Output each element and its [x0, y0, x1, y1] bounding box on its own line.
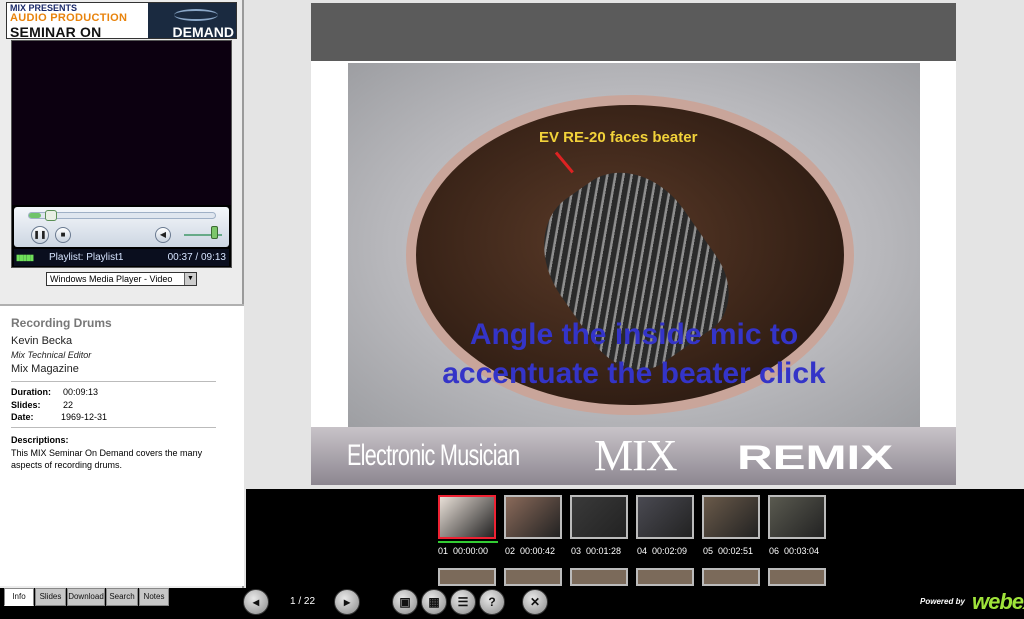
info-panel: Recording Drums Kevin Becka Mix Technica… [0, 304, 244, 586]
date-value: 1969-12-31 [61, 412, 108, 422]
playlist-label: Playlist: Playlist1 [49, 252, 124, 263]
seek-thumb[interactable] [45, 210, 58, 221]
video-area[interactable] [12, 41, 231, 205]
tab-download[interactable]: Download [67, 588, 105, 606]
pause-icon: ❚❚ [33, 230, 47, 239]
tab-search[interactable]: Search [106, 588, 138, 606]
left-panel: MIX PRESENTS AUDIO PRODUCTION SEMINAR ON… [0, 0, 244, 588]
thumbnail-label-06: 06 00:03:04 [769, 546, 820, 556]
slide-callout: EV RE-20 faces beater [539, 129, 698, 146]
time-readout: 00:37 / 09:13 [167, 252, 226, 263]
thumbnail-image [506, 497, 560, 537]
volume-slider[interactable] [211, 226, 218, 239]
thumbnail-label-03: 03 00:01:28 [571, 546, 622, 556]
swoosh-icon [174, 9, 218, 21]
slide-viewer: EV RE-20 faces beater Angle the inside m… [311, 61, 956, 485]
slide-caption-line-1: Angle the inside mic to [469, 318, 799, 351]
thumbnail-label-02: 02 00:00:42 [505, 546, 556, 556]
session-title: Recording Drums [11, 316, 112, 330]
current-slide-indicator [438, 541, 498, 543]
banner-line-3b: DEMAND [172, 24, 234, 39]
next-slide-button[interactable]: ▸ [334, 589, 360, 615]
slide-thumbnail-next-row[interactable] [636, 568, 694, 586]
next-icon: ▸ [343, 595, 351, 609]
banner-line-3a: SEMINAR ON [10, 24, 102, 39]
slides-value: 22 [63, 400, 74, 410]
pause-button[interactable]: ❚❚ [31, 226, 49, 244]
stop-icon: ■ [60, 230, 66, 239]
page-indicator: 1 / 22 [290, 596, 316, 607]
slide-thumbnail-next-row[interactable] [768, 568, 826, 586]
divider [11, 381, 216, 382]
slide-photo: EV RE-20 faces beater Angle the inside m… [348, 63, 920, 429]
player-controls: ❚❚ ■ ◀ [14, 207, 229, 247]
thumbnail-image [572, 497, 626, 537]
remix-logo: REMIX [737, 439, 894, 477]
slide-thumbnail-03[interactable] [570, 495, 628, 539]
duration-value: 00:09:13 [63, 387, 99, 397]
electronic-musician-logo: Electronic Musician [347, 439, 520, 472]
thumbnail-label-05: 05 00:02:51 [703, 546, 754, 556]
thumbnail-image [704, 497, 758, 537]
slide-thumbnail-05[interactable] [702, 495, 760, 539]
close-icon: ✕ [529, 595, 541, 609]
thumbnail-label-04: 04 00:02:09 [637, 546, 688, 556]
tab-notes[interactable]: Notes [139, 588, 169, 606]
presenter-role: Mix Technical Editor [11, 350, 92, 360]
slide-header-bar [311, 3, 956, 61]
slide-thumbnail-next-row[interactable] [438, 568, 496, 586]
seminar-banner-logo: MIX PRESENTS AUDIO PRODUCTION SEMINAR ON… [6, 2, 237, 39]
player-mode-select[interactable]: Windows Media Player - Video ▼ [46, 272, 197, 286]
previous-slide-button[interactable]: ◂ [243, 589, 269, 615]
help-icon: ? [488, 595, 496, 609]
thumbnail-image [638, 497, 692, 537]
thumbnails-icon: ▦ [428, 595, 440, 609]
duration-label: Duration: [11, 387, 51, 397]
seek-bar[interactable] [28, 210, 216, 221]
thumbnails-button[interactable]: ▦ [421, 589, 447, 615]
thumbnail-strip: 01 00:00:00 02 00:00:42 03 00:01:28 04 0… [246, 489, 1024, 588]
slide-thumbnail-01[interactable] [438, 495, 496, 539]
slide-thumbnail-next-row[interactable] [702, 568, 760, 586]
date-label: Date: [11, 412, 34, 422]
banner-line-2: AUDIO PRODUCTION [10, 12, 128, 24]
slide-thumbnail-next-row[interactable] [504, 568, 562, 586]
slide-logo-bar: Electronic Musician MIX REMIX [311, 427, 956, 485]
thumbnail-image [440, 497, 494, 537]
powered-by-label: Powered by [920, 597, 965, 606]
thumbnail-label-01: 01 00:00:00 [438, 546, 489, 556]
seek-bar-fill [29, 213, 42, 218]
slides-label: Slides: [11, 400, 41, 410]
slide-thumbnail-next-row[interactable] [570, 568, 628, 586]
layout-icon: ▣ [399, 595, 411, 609]
list-button[interactable]: ☰ [450, 589, 476, 615]
thumbnail-image [770, 497, 824, 537]
slide-thumbnail-06[interactable] [768, 495, 826, 539]
slide-thumbnail-02[interactable] [504, 495, 562, 539]
presenter-org: Mix Magazine [11, 363, 79, 375]
description-heading: Descriptions: [11, 435, 69, 445]
tab-info[interactable]: Info [4, 588, 34, 606]
media-player: ❚❚ ■ ◀ ▮▮▮▮▮ Playlist: Playlist1 00:37 /… [11, 40, 232, 268]
layout-button[interactable]: ▣ [392, 589, 418, 615]
player-mode-value: Windows Media Player - Video [50, 274, 173, 284]
tab-slides[interactable]: Slides [35, 588, 66, 606]
slide-caption-line-2: accentuate the beater click [442, 357, 826, 390]
mute-button[interactable]: ◀ [155, 227, 171, 243]
stop-button[interactable]: ■ [55, 227, 71, 243]
close-button[interactable]: ✕ [522, 589, 548, 615]
list-icon: ☰ [457, 595, 469, 609]
presenter-name: Kevin Becka [11, 335, 73, 347]
prev-icon: ◂ [252, 595, 260, 609]
slide-thumbnail-04[interactable] [636, 495, 694, 539]
signal-bars-icon: ▮▮▮▮▮ [16, 253, 34, 262]
webex-logo: webex [972, 589, 1024, 614]
player-status-bar: ▮▮▮▮▮ Playlist: Playlist1 00:37 / 09:13 [14, 249, 229, 266]
speaker-icon: ◀ [159, 230, 167, 239]
description-text: This MIX Seminar On Demand covers the ma… [11, 448, 203, 470]
divider [11, 427, 216, 428]
help-button[interactable]: ? [479, 589, 505, 615]
mix-logo: MIX [594, 431, 678, 480]
chevron-down-icon[interactable]: ▼ [184, 273, 196, 285]
